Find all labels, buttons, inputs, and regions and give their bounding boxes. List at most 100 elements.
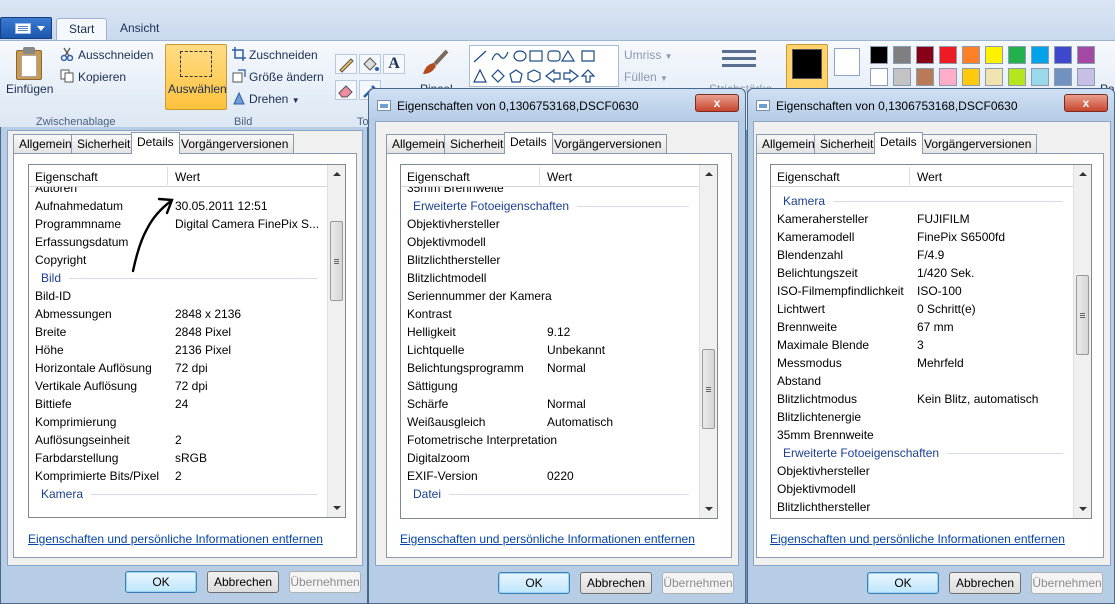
scroll-down-icon[interactable] — [705, 507, 713, 511]
property-row[interactable]: Kontrast — [401, 305, 699, 323]
palette-swatch[interactable] — [1077, 46, 1095, 64]
palette-swatch[interactable] — [985, 68, 1003, 86]
size-icon[interactable] — [722, 50, 756, 74]
property-row[interactable]: Objektivmodell — [401, 233, 699, 251]
cancel-button[interactable]: Abbrechen — [207, 571, 279, 593]
color1-button[interactable] — [786, 44, 828, 92]
property-row[interactable]: Lichtwert 0 Schritt(e) — [771, 300, 1073, 318]
list-scrollbar[interactable] — [327, 165, 345, 517]
palette-swatch[interactable] — [1031, 68, 1049, 86]
remove-properties-link[interactable]: Eigenschaften und persönliche Informatio… — [400, 532, 695, 546]
column-value[interactable]: Wert — [547, 170, 572, 184]
property-row[interactable]: Bild-ID — [29, 287, 327, 305]
cancel-button[interactable]: Abbrechen — [949, 572, 1021, 594]
property-row[interactable]: Autoren — [29, 187, 327, 197]
property-row[interactable]: Kameramodell FinePix S6500fd — [771, 228, 1073, 246]
ribbon-tab-start[interactable]: Start — [56, 18, 108, 40]
property-row[interactable]: Blitzlichthersteller — [771, 498, 1073, 516]
column-value[interactable]: Wert — [175, 170, 200, 184]
property-row[interactable]: Brennweite 67 mm — [771, 318, 1073, 336]
paste-button[interactable]: Einfügen — [6, 82, 53, 96]
column-value[interactable]: Wert — [917, 170, 942, 184]
property-row[interactable]: 35mm Brennweite — [401, 187, 699, 197]
property-row[interactable]: Helligkeit 9.12 — [401, 323, 699, 341]
ok-button[interactable]: OK — [867, 572, 939, 594]
property-row[interactable]: Abmessungen 2848 x 2136 — [29, 305, 327, 323]
property-row[interactable]: Komprimierte Bits/Pixel 2 — [29, 467, 327, 485]
crop-button[interactable]: Zuschneiden — [249, 48, 318, 62]
property-row[interactable]: Schärfe Normal — [401, 395, 699, 413]
close-button[interactable]: x — [1064, 94, 1108, 112]
property-list[interactable]: Eigenschaft Wert Kamera Kamerahersteller F… — [770, 164, 1092, 519]
palette-swatch[interactable] — [893, 68, 911, 86]
select-button[interactable]: Auswählen — [165, 44, 227, 110]
tab-previous-versions[interactable]: Vorgängerversionen — [548, 134, 668, 153]
property-row[interactable]: Kamerahersteller FUJIFILM — [771, 210, 1073, 228]
property-row[interactable]: Bittiefe 24 — [29, 395, 327, 413]
property-row[interactable]: Objektivhersteller — [771, 462, 1073, 480]
remove-properties-link[interactable]: Eigenschaften und persönliche Informatio… — [770, 532, 1065, 546]
close-button[interactable]: x — [695, 94, 739, 112]
property-row[interactable]: Seriennummer der Kamera — [401, 287, 699, 305]
text-tool[interactable]: A — [383, 54, 405, 74]
tab-general[interactable]: Allgemein — [386, 134, 451, 153]
scroll-thumb[interactable] — [702, 349, 715, 429]
property-row[interactable]: Blendenzahl F/4.9 — [771, 246, 1073, 264]
property-row[interactable]: Vertikale Auflösung 72 dpi — [29, 377, 327, 395]
fill-button[interactable]: Füllen ▼ — [624, 70, 668, 84]
property-row[interactable]: ISO-Filmempfindlichkeit ISO-100 — [771, 282, 1073, 300]
property-list[interactable]: Eigenschaft Wert Autoren Aufnahmedatum 30.… — [28, 164, 346, 518]
ok-button[interactable]: OK — [125, 571, 197, 593]
property-row[interactable]: Blitzlichtenergie — [771, 408, 1073, 426]
tab-details[interactable]: Details — [874, 132, 923, 154]
eraser-tool[interactable] — [335, 80, 357, 100]
property-row[interactable]: Auflösungseinheit 2 — [29, 431, 327, 449]
palette-swatch[interactable] — [893, 46, 911, 64]
tab-security[interactable]: Sicherheit — [71, 134, 137, 153]
palette-swatch[interactable] — [939, 68, 957, 86]
column-property[interactable]: Eigenschaft — [777, 170, 840, 184]
palette-swatch[interactable] — [962, 68, 980, 86]
ok-button[interactable]: OK — [498, 572, 570, 594]
list-scrollbar[interactable] — [699, 165, 717, 518]
palette-swatch[interactable] — [916, 68, 934, 86]
outline-button[interactable]: Umriss ▼ — [624, 48, 673, 62]
property-row[interactable]: Fotometrische Interpretation — [401, 431, 699, 449]
scroll-down-icon[interactable] — [333, 506, 341, 510]
property-row[interactable]: Breite 2848 Pixel — [29, 323, 327, 341]
property-row[interactable]: Copyright — [29, 251, 327, 269]
scroll-up-icon[interactable] — [333, 172, 341, 176]
property-row[interactable]: Programmname Digital Camera FinePix S... — [29, 215, 327, 233]
copy-button[interactable]: Kopieren — [78, 70, 126, 84]
property-row[interactable]: Weißausgleich Automatisch — [401, 413, 699, 431]
scroll-down-icon[interactable] — [1079, 507, 1087, 511]
tab-previous-versions[interactable]: Vorgängerversionen — [918, 134, 1038, 153]
property-row[interactable]: Objektivhersteller — [401, 215, 699, 233]
property-row[interactable]: Aufnahmedatum 30.05.2011 12:51 — [29, 197, 327, 215]
property-list[interactable]: Eigenschaft Wert 35mm Brennweite Erweiter… — [400, 164, 718, 519]
property-row[interactable]: Maximale Blende 3 — [771, 336, 1073, 354]
app-menu-button[interactable] — [0, 17, 52, 39]
remove-properties-link[interactable]: Eigenschaften und persönliche Informatio… — [28, 532, 323, 546]
tab-previous-versions[interactable]: Vorgängerversionen — [175, 134, 295, 153]
property-row[interactable]: Blitzlichthersteller — [401, 251, 699, 269]
scroll-thumb[interactable] — [1076, 275, 1089, 355]
fill-tool[interactable] — [359, 54, 381, 74]
property-row[interactable]: Messmodus Mehrfeld — [771, 354, 1073, 372]
palette-swatch[interactable] — [1054, 46, 1072, 64]
palette-swatch[interactable] — [1031, 46, 1049, 64]
palette-swatch[interactable] — [985, 46, 1003, 64]
resize-button[interactable]: Größe ändern — [249, 70, 324, 84]
column-property[interactable]: Eigenschaft — [407, 170, 470, 184]
ribbon-tab-view[interactable]: Ansicht — [108, 18, 171, 40]
tab-details[interactable]: Details — [504, 132, 553, 154]
property-row[interactable]: Sättigung — [401, 377, 699, 395]
property-row[interactable]: Belichtungsprogramm Normal — [401, 359, 699, 377]
property-row[interactable]: Erfassungsdatum — [29, 233, 327, 251]
palette-swatch[interactable] — [870, 46, 888, 64]
property-row[interactable]: EXIF-Version 0220 — [401, 467, 699, 485]
property-row[interactable]: Blitzlichtmodell — [401, 269, 699, 287]
tab-details[interactable]: Details — [131, 132, 180, 154]
brush-icon[interactable] — [420, 48, 450, 78]
palette-swatch[interactable] — [1054, 68, 1072, 86]
